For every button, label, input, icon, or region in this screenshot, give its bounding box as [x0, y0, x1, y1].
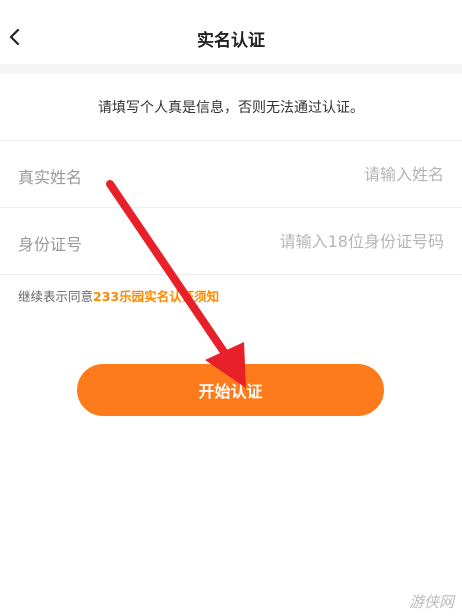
start-verification-button[interactable]: 开始认证 — [77, 364, 384, 416]
divider — [0, 274, 462, 275]
agreement-prefix: 继续表示同意 — [18, 289, 94, 304]
watermark-logo: 游侠网 — [408, 593, 454, 611]
id-number-input[interactable] — [214, 226, 444, 256]
agreement-link[interactable]: 233乐园实名认证须知 — [93, 289, 219, 304]
name-field-row: 真实姓名 — [0, 141, 462, 207]
header-bar: 实名认证 — [0, 0, 462, 64]
agreement-text: 继续表示同意233乐园实名认证须知 — [18, 286, 219, 305]
section-divider — [0, 64, 462, 74]
notice-text: 请填写个人真是信息，否则无法通过认证。 — [0, 74, 462, 140]
page-title: 实名认证 — [197, 31, 265, 51]
id-number-label: 身份证号 — [18, 235, 83, 254]
name-label: 真实姓名 — [18, 168, 83, 187]
id-field-row: 身份证号 — [0, 208, 462, 274]
name-input[interactable] — [214, 159, 444, 189]
